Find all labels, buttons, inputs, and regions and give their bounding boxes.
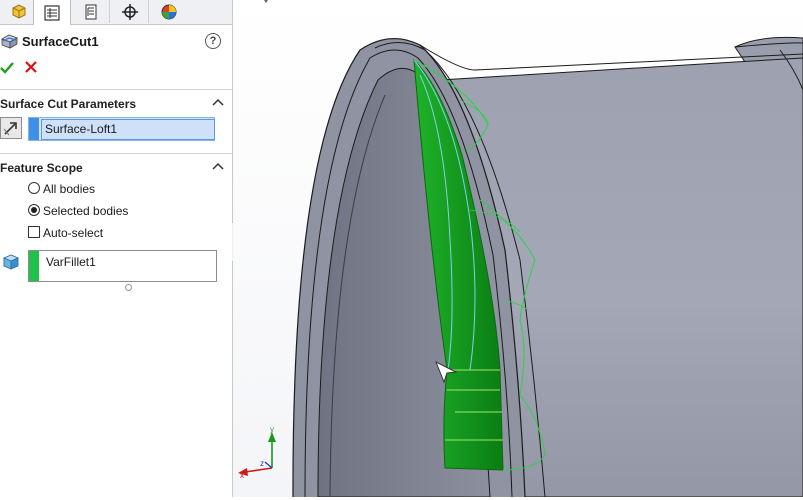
graphics-viewport[interactable]: x y z bbox=[233, 0, 803, 498]
solid-body-icon bbox=[2, 254, 20, 270]
panel-tab-bar bbox=[0, 0, 232, 25]
feature-tree-icon bbox=[12, 3, 25, 19]
selected-bodies-label[interactable]: Selected bodies bbox=[43, 204, 128, 218]
feature-scope-title: Feature Scope bbox=[0, 161, 83, 175]
cutting-surface-selection-button[interactable] bbox=[0, 117, 22, 139]
all-bodies-radio[interactable] bbox=[28, 182, 40, 194]
display-manager-tab[interactable] bbox=[150, 0, 188, 23]
dimxpert-tab[interactable] bbox=[111, 0, 149, 23]
selection-list[interactable]: Surface-Loft1 bbox=[41, 119, 215, 140]
selected-bodies-radio[interactable] bbox=[28, 204, 40, 216]
cancel-button[interactable] bbox=[24, 58, 38, 79]
triad-x-label: x bbox=[240, 471, 244, 480]
property-list-icon bbox=[44, 4, 60, 21]
selected-body-item[interactable]: VarFillet1 bbox=[46, 255, 96, 269]
triad-y-label: y bbox=[270, 425, 274, 434]
surface-cut-icon bbox=[1, 34, 18, 49]
help-button[interactable]: ? bbox=[205, 33, 221, 49]
arrow-surface-icon bbox=[3, 122, 17, 136]
surface-cut-parameters-title: Surface Cut Parameters bbox=[0, 97, 137, 111]
triad-z-label: z bbox=[260, 459, 264, 468]
chevron-up-icon[interactable] bbox=[212, 97, 224, 109]
appearance-pie-icon bbox=[161, 4, 177, 19]
ok-button[interactable] bbox=[0, 59, 14, 80]
section-divider bbox=[0, 153, 232, 154]
selected-surface-item[interactable]: Surface-Loft1 bbox=[45, 122, 117, 136]
all-bodies-label[interactable]: All bodies bbox=[43, 182, 95, 196]
configuration-icon bbox=[85, 4, 96, 19]
property-manager-tab[interactable] bbox=[33, 0, 71, 25]
feature-header: SurfaceCut1 ? bbox=[0, 30, 232, 52]
model-view[interactable]: x y z bbox=[233, 0, 803, 498]
check-icon bbox=[0, 62, 14, 74]
bodies-color-swatch bbox=[29, 251, 39, 281]
property-manager-panel: SurfaceCut1 ? Surface Cut Parameters Sur… bbox=[0, 0, 233, 497]
section-divider bbox=[0, 89, 232, 90]
selection-color-swatch bbox=[29, 118, 39, 140]
bodies-selection-box[interactable]: VarFillet1 bbox=[28, 250, 217, 282]
feature-title: SurfaceCut1 bbox=[22, 34, 99, 49]
auto-select-label[interactable]: Auto-select bbox=[43, 226, 103, 240]
auto-select-checkbox[interactable] bbox=[28, 226, 40, 238]
configuration-manager-tab[interactable] bbox=[72, 0, 110, 23]
chevron-up-icon[interactable] bbox=[212, 161, 224, 173]
close-icon bbox=[25, 61, 37, 73]
crosshair-icon bbox=[121, 3, 138, 20]
resize-grip[interactable] bbox=[125, 284, 132, 291]
cutting-surface-selection-box[interactable]: Surface-Loft1 bbox=[28, 117, 215, 141]
